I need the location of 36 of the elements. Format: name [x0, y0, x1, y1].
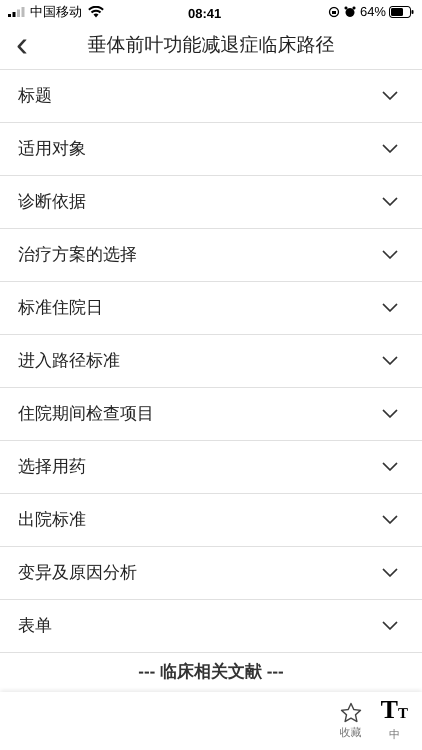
font-size-button[interactable]: TT 中 [380, 698, 408, 744]
wifi-icon [88, 6, 104, 18]
chevron-down-icon [382, 621, 398, 631]
chevron-down-icon [382, 515, 398, 525]
accordion-row[interactable]: 进入路径标准 [0, 335, 422, 388]
chevron-down-icon [382, 409, 398, 419]
accordion-row[interactable]: 诊断依据 [0, 176, 422, 229]
chevron-down-icon [382, 197, 398, 207]
accordion-row[interactable]: 表单 [0, 600, 422, 653]
accordion-row[interactable]: 适用对象 [0, 123, 422, 176]
chevron-down-icon [382, 303, 398, 313]
accordion-row[interactable]: 出院标准 [0, 494, 422, 547]
accordion-row[interactable]: 变异及原因分析 [0, 547, 422, 600]
accordion-row[interactable]: 治疗方案的选择 [0, 229, 422, 282]
star-icon [338, 700, 363, 725]
battery-percent: 64% [360, 3, 386, 22]
rotation-lock-icon [328, 6, 340, 18]
page-title: 垂体前叶功能减退症临床路径 [88, 34, 334, 58]
accordion-row[interactable]: 选择用药 [0, 441, 422, 494]
chevron-down-icon [382, 91, 398, 101]
back-button[interactable]: ‹ [12, 26, 32, 62]
chevron-down-icon [382, 356, 398, 366]
chevron-down-icon [382, 462, 398, 472]
chevron-down-icon [382, 144, 398, 154]
accordion-row[interactable]: 标题 [0, 70, 422, 123]
battery-icon [389, 6, 414, 18]
accordion-row[interactable]: 住院期间检查项目 [0, 388, 422, 441]
chevron-down-icon [382, 250, 398, 260]
section-heading: --- 临床相关文献 --- [137, 661, 285, 683]
carrier-name: 中国移动 [30, 3, 82, 22]
alarm-icon [344, 6, 356, 18]
favorite-button[interactable]: 收藏 [338, 700, 363, 742]
accordion-row[interactable]: 标准住院日 [0, 282, 422, 335]
signal-icon [8, 7, 26, 17]
status-time: 08:41 [188, 5, 222, 23]
chevron-down-icon [382, 568, 398, 578]
